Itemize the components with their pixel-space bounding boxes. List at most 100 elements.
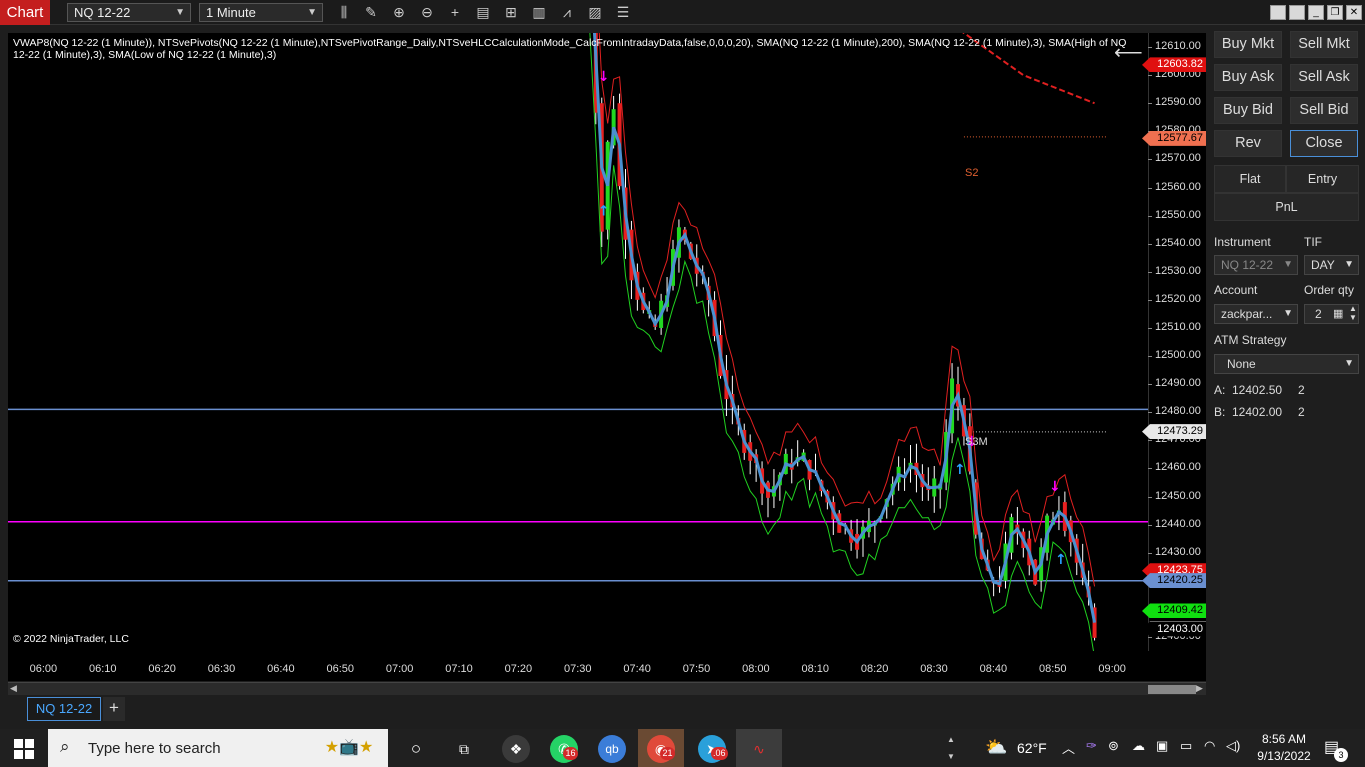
interval-selector[interactable]: 1 Minute ▼ [199, 3, 323, 22]
battery-icon[interactable]: ▭ [1180, 738, 1192, 754]
qbittorrent-icon[interactable]: qb [598, 735, 626, 763]
price-chart[interactable]: ↓↑↓↑↓↑ [8, 33, 1148, 651]
close-icon[interactable]: ✕ [1346, 5, 1362, 20]
chart-trader-panel: Buy Mkt Sell Mkt Buy Ask Sell Ask Buy Bi… [1208, 25, 1365, 725]
onedrive-icon[interactable]: ☁ [1132, 738, 1145, 754]
pnl-button[interactable]: PnL [1214, 193, 1359, 221]
account-select-value: zackpar... [1221, 307, 1273, 321]
ninjatrader-icon[interactable]: ∿ [745, 735, 773, 763]
stepper-arrows-icon[interactable]: ▲ ▼ [1349, 304, 1357, 322]
time-tick-label: 06:30 [207, 663, 236, 675]
properties-icon[interactable]: ▤ [473, 3, 493, 22]
tray-app-icon[interactable]: ⊚ [1108, 738, 1119, 754]
data-box-icon[interactable]: ⊞ [501, 3, 521, 22]
close-position-button[interactable]: Close [1290, 130, 1358, 157]
price-tick-label: 12590.00 [1155, 96, 1201, 109]
instrument-selector-value: NQ 12-22 [74, 5, 131, 20]
bid-price: 12402.00 [1232, 405, 1283, 419]
price-tick-mark [1148, 524, 1152, 526]
interval-selector-value: 1 Minute [206, 5, 256, 20]
windows-taskbar: ⌕ Type here to search ★📺★ ○ ⧉ ❖ ✆ 16 qb … [0, 729, 1365, 767]
crosshair-icon[interactable]: + [445, 3, 465, 22]
sell-ask-button[interactable]: Sell Ask [1290, 64, 1358, 91]
tif-label: TIF [1304, 235, 1322, 249]
calculator-icon[interactable]: ▦ [1333, 305, 1343, 323]
app-icon-1[interactable]: ❖ [502, 735, 530, 763]
scroll-thumb[interactable] [1148, 685, 1196, 694]
chart-panel[interactable]: ↓ ↑ ↓ ↑ ↓ ↑ [8, 33, 1148, 651]
signal-arrow-icon: ↓ [598, 69, 610, 85]
windows-start-icon[interactable] [10, 737, 36, 759]
indicators-icon[interactable]: ▥ [529, 3, 549, 22]
restore-icon[interactable]: ❐ [1327, 5, 1343, 20]
signal-arrow-icon: ↑ [1055, 552, 1067, 568]
clock-time[interactable]: 8:56 AM [1256, 732, 1312, 746]
window-icon-1[interactable] [1270, 5, 1286, 20]
sell-market-button[interactable]: Sell Mkt [1290, 31, 1358, 58]
back-arrow-icon[interactable]: ⟵ [1114, 40, 1143, 65]
chart-title-tab[interactable]: Chart [0, 0, 50, 25]
menu-list-icon[interactable]: ☰ [613, 3, 633, 22]
indicator-legend: VWAP8(NQ 12-22 (1 Minute)), NTSvePivots(… [13, 37, 1127, 61]
time-axis[interactable] [8, 651, 1206, 681]
add-tab-button[interactable]: + [103, 697, 125, 721]
account-select[interactable]: zackpar... ▼ [1214, 304, 1298, 324]
entry-button[interactable]: Entry [1286, 165, 1359, 193]
buy-ask-button[interactable]: Buy Ask [1214, 64, 1282, 91]
atm-strategy-select[interactable]: None ▼ [1214, 354, 1359, 374]
price-tick-mark [1148, 552, 1152, 554]
taskbar-scroll-icon[interactable]: ▲ ▼ [947, 731, 955, 765]
tab-nq-12-22[interactable]: NQ 12-22 [27, 697, 101, 721]
time-tick-label: 07:50 [682, 663, 711, 675]
price-tick-mark [1148, 468, 1152, 470]
order-qty-stepper[interactable]: 2 ▦ ▲ ▼ [1304, 304, 1359, 324]
price-tick-mark [1148, 75, 1152, 77]
time-tick-label: 07:00 [385, 663, 414, 675]
tv-widget-icon[interactable]: ★📺★ [318, 733, 380, 763]
bid-qty: 2 [1298, 405, 1305, 419]
tif-select[interactable]: DAY ▼ [1304, 255, 1359, 275]
tray-feather-icon[interactable]: ✑ [1086, 738, 1097, 754]
scroll-right-icon[interactable]: ▶ [1196, 683, 1203, 694]
copyright-text: © 2022 NinjaTrader, LLC [13, 633, 129, 645]
task-view-icon[interactable]: ⧉ [450, 735, 478, 763]
sell-bid-button[interactable]: Sell Bid [1290, 97, 1358, 124]
weather-icon[interactable]: ⛅ [985, 737, 1007, 758]
window-icon-2[interactable] [1289, 5, 1305, 20]
buy-bid-button[interactable]: Buy Bid [1214, 97, 1282, 124]
templates-icon[interactable]: ▨ [585, 3, 605, 22]
chevron-down-icon: ▼ [1283, 259, 1293, 270]
clock-date[interactable]: 9/13/2022 [1252, 749, 1316, 763]
horizontal-scrollbar[interactable]: ◀ ▶ [8, 682, 1206, 695]
volume-icon[interactable]: ◁) [1226, 738, 1240, 754]
time-tick-label: 07:40 [623, 663, 651, 675]
wifi-icon[interactable]: ◠ [1204, 738, 1215, 754]
instrument-selector[interactable]: NQ 12-22 ▼ [67, 3, 191, 22]
pivot-label-s3m: S3M [965, 436, 988, 448]
buy-market-button[interactable]: Buy Mkt [1214, 31, 1282, 58]
notifications-count: 3 [1334, 748, 1348, 762]
weather-temp[interactable]: 62°F [1017, 740, 1047, 756]
tray-expand-icon[interactable]: ︿ [1062, 738, 1075, 757]
price-tick-label: 12460.00 [1155, 461, 1201, 474]
zoom-out-icon[interactable]: ⊖ [417, 3, 437, 22]
taskbar-search-box[interactable]: ⌕ Type here to search ★📺★ [48, 729, 388, 767]
signal-arrow-icon: ↑ [598, 204, 610, 220]
account-label: Account [1214, 283, 1258, 297]
scroll-left-icon[interactable]: ◀ [10, 683, 17, 694]
bar-type-icon[interactable]: ⫼ [334, 3, 354, 22]
signal-arrow-icon: ↓ [1049, 479, 1061, 495]
flat-button[interactable]: Flat [1214, 165, 1286, 193]
instrument-field[interactable]: NQ 12-22 ▼ [1214, 255, 1298, 275]
price-tick-label: 12560.00 [1155, 180, 1201, 193]
chevron-down-icon: ▼ [1344, 259, 1354, 270]
reverse-button[interactable]: Rev [1214, 130, 1282, 157]
tray-screen-icon[interactable]: ▣ [1156, 738, 1168, 754]
cortana-icon[interactable]: ○ [402, 735, 430, 763]
time-tick-label: 06:00 [29, 663, 58, 675]
strategies-icon[interactable]: ⩘ [557, 3, 577, 22]
zoom-in-icon[interactable]: ⊕ [389, 3, 409, 22]
pencil-icon[interactable]: ✎ [361, 3, 381, 22]
time-tick-label: 08:40 [979, 663, 1008, 675]
minimize-icon[interactable]: _ [1308, 5, 1324, 20]
